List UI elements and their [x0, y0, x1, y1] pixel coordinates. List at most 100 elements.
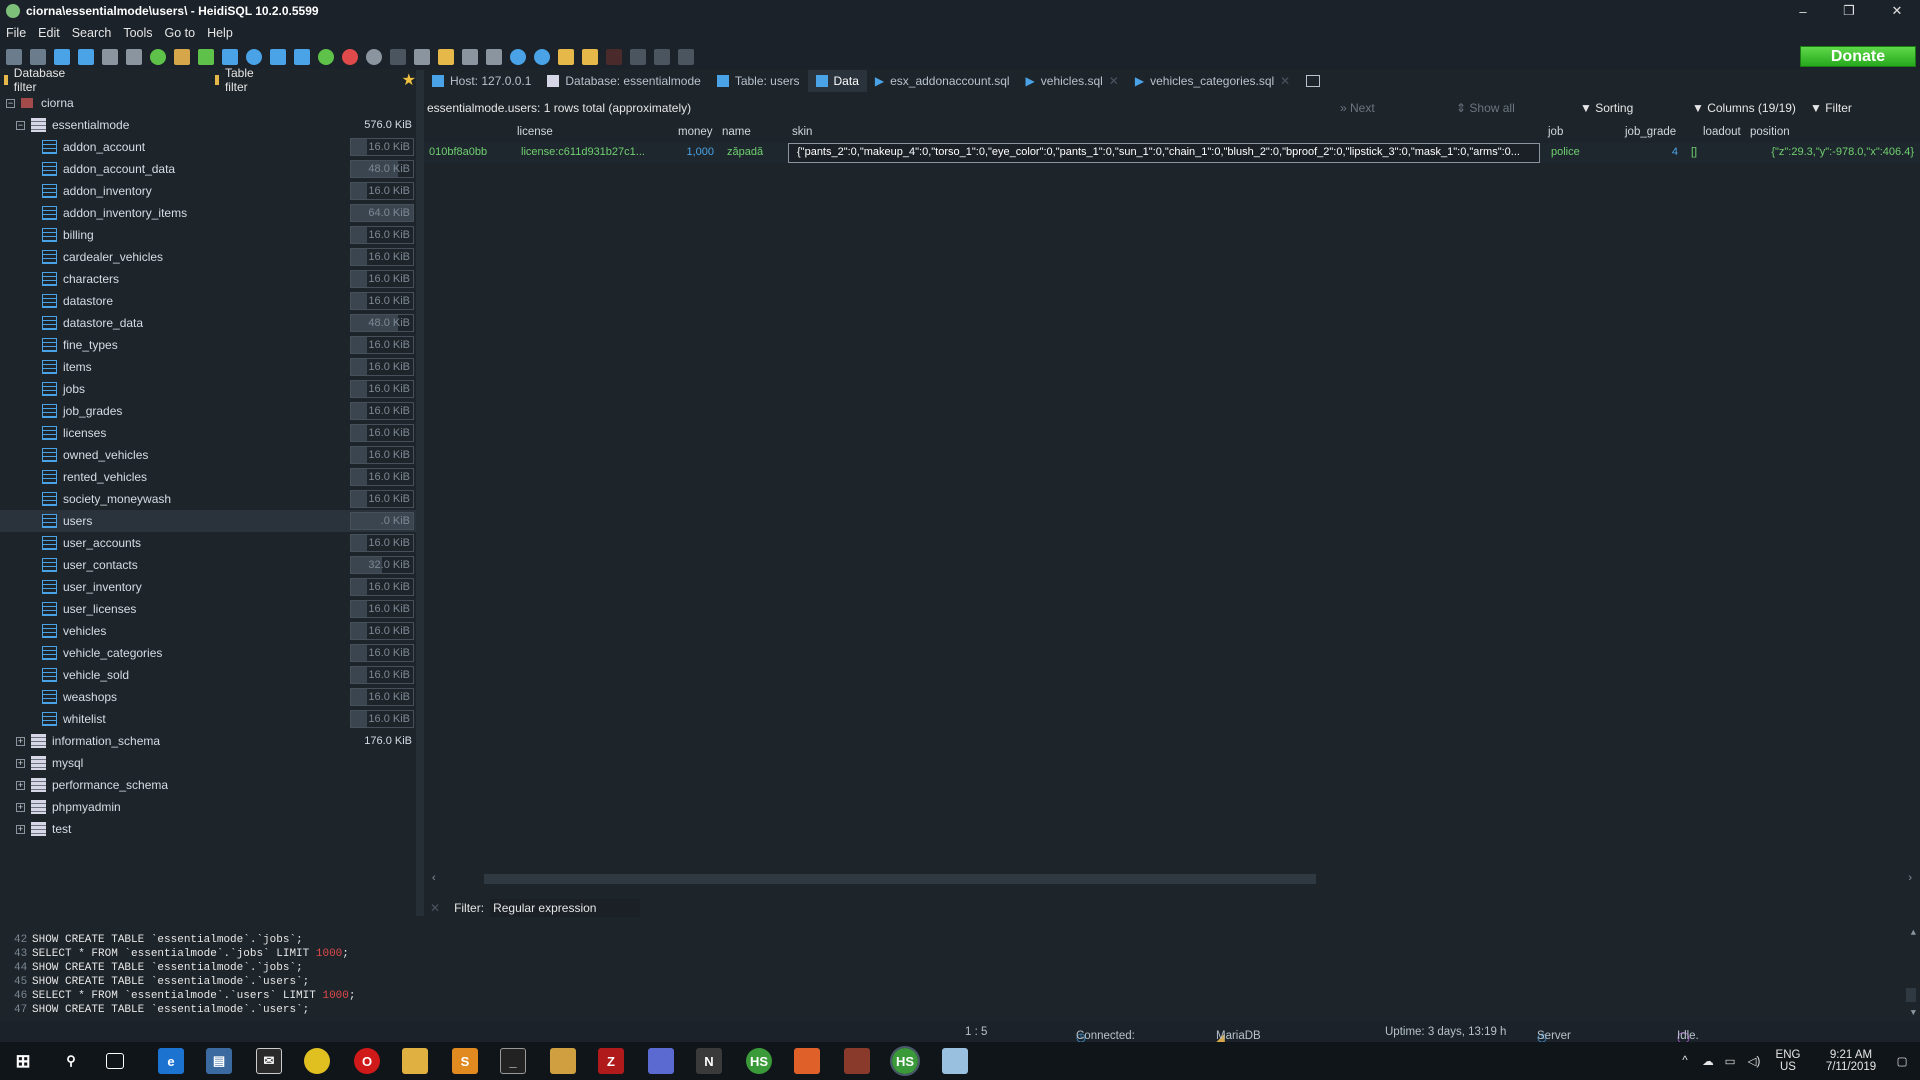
expand-icon[interactable]: + — [16, 736, 25, 746]
tray-chevron-icon[interactable]: ^ — [1676, 1042, 1694, 1080]
col-name[interactable]: name — [722, 126, 751, 138]
panel-splitter[interactable] — [416, 70, 424, 916]
filter-input[interactable]: Regular expression — [490, 899, 641, 917]
table-item[interactable]: user_accounts 16.0 KiB — [0, 532, 416, 554]
table-item[interactable]: items 16.0 KiB — [0, 356, 416, 378]
cell-job-grade[interactable]: 4 — [1624, 146, 1678, 158]
scroll-right-icon[interactable]: › — [1908, 872, 1912, 884]
tab-query-2[interactable]: ▶ vehicles.sql ✕ — [1018, 70, 1127, 92]
donate-button[interactable]: Donate — [1800, 46, 1916, 67]
menu-search[interactable]: Search — [66, 26, 118, 40]
heidisql-taskbar-icon[interactable]: HS — [746, 1048, 772, 1074]
table-item[interactable]: datastore_data 48.0 KiB — [0, 312, 416, 334]
table-filter[interactable]: Table filter — [225, 66, 254, 94]
table-item[interactable]: cardealer_vehicles 16.0 KiB — [0, 246, 416, 268]
help-icon[interactable] — [246, 48, 262, 65]
tab-query-3[interactable]: ▶ vehicles_categories.sql ✕ — [1127, 70, 1298, 92]
menu-edit[interactable]: Edit — [32, 26, 66, 40]
expand-icon[interactable]: + — [16, 780, 25, 790]
store-icon[interactable]: ▤ — [206, 1048, 232, 1074]
table-item[interactable]: billing 16.0 KiB — [0, 224, 416, 246]
post-icon[interactable] — [366, 48, 382, 65]
table-item[interactable]: datastore 16.0 KiB — [0, 290, 416, 312]
tab-host[interactable]: Host: 127.0.0.1 — [424, 70, 539, 92]
scroll-thumb[interactable] — [484, 874, 1316, 884]
table-item[interactable]: vehicles 16.0 KiB — [0, 620, 416, 642]
table-item[interactable]: whitelist 16.0 KiB — [0, 708, 416, 730]
filter-button[interactable]: ▼ Filter — [1810, 101, 1852, 115]
cell-skin[interactable]: {"pants_2":0,"makeup_4":0,"torso_1":0,"e… — [788, 143, 1540, 163]
table-item[interactable]: users .0 KiB — [0, 510, 416, 532]
menu-tools[interactable]: Tools — [117, 26, 158, 40]
disconnect-icon[interactable] — [30, 48, 46, 65]
table-item[interactable]: job_grades 16.0 KiB — [0, 400, 416, 422]
discord-icon[interactable] — [648, 1048, 674, 1074]
refresh-icon[interactable] — [150, 48, 166, 65]
search-icon[interactable]: ⚲ — [58, 1048, 84, 1074]
user-manager-icon[interactable] — [174, 48, 190, 65]
database-item[interactable]: + mysql — [0, 752, 416, 774]
replace-icon[interactable] — [534, 48, 550, 65]
insert-row-icon[interactable] — [318, 48, 334, 65]
database-item[interactable]: + test — [0, 818, 416, 840]
collapse-icon[interactable]: − — [6, 98, 15, 108]
log-scroll-thumb[interactable] — [1906, 988, 1916, 1002]
tree-root[interactable]: − ciorna — [0, 92, 416, 114]
collapse-icon[interactable]: − — [16, 120, 25, 130]
close-tab-icon[interactable]: ✕ — [1109, 74, 1119, 88]
chrome-icon[interactable] — [304, 1048, 330, 1074]
cell-money[interactable]: 1,000 — [664, 146, 714, 158]
col-license[interactable]: license — [517, 126, 553, 138]
restore-button[interactable]: ❐ — [1826, 0, 1872, 22]
cell-identifier[interactable]: 010bf8a0bb — [429, 146, 509, 158]
expand-icon[interactable]: + — [16, 824, 25, 834]
close-button[interactable]: ✕ — [1874, 0, 1920, 22]
table-item[interactable]: user_licenses 16.0 KiB — [0, 598, 416, 620]
new-query-tab[interactable] — [1298, 70, 1328, 92]
sync-icon[interactable] — [222, 48, 238, 65]
notifications-icon[interactable]: ▢ — [1890, 1042, 1914, 1080]
info-icon[interactable] — [654, 48, 670, 65]
first-record-icon[interactable] — [270, 48, 286, 65]
menu-help[interactable]: Help — [201, 26, 239, 40]
table-item[interactable]: characters 16.0 KiB — [0, 268, 416, 290]
file-explorer-icon[interactable] — [402, 1048, 428, 1074]
database-item[interactable]: + information_schema 176.0 KiB — [0, 730, 416, 752]
filezilla-icon[interactable]: Z — [598, 1048, 624, 1074]
tab-data[interactable]: Data — [807, 70, 867, 92]
notion-icon[interactable]: N — [696, 1048, 722, 1074]
tab-database[interactable]: Database: essentialmode — [539, 70, 708, 92]
show-all-button[interactable]: ⇕ Show all — [1456, 101, 1515, 115]
database-filter[interactable]: Database filter — [14, 66, 65, 94]
close-tab-icon[interactable] — [678, 48, 694, 65]
cell-loadout[interactable]: [] — [1691, 146, 1731, 158]
table-item[interactable]: user_inventory 16.0 KiB — [0, 576, 416, 598]
col-job-grade[interactable]: job_grade — [1625, 126, 1676, 138]
onedrive-icon[interactable]: ☁ — [1698, 1042, 1718, 1080]
xampp-icon[interactable] — [794, 1048, 820, 1074]
warning-icon[interactable] — [582, 48, 598, 65]
open-folder-icon[interactable] — [438, 48, 454, 65]
expand-icon[interactable]: + — [16, 758, 25, 768]
notepad-icon[interactable] — [550, 1048, 576, 1074]
cell-license[interactable]: license:c611d931b27c1... — [521, 146, 671, 158]
next-button[interactable]: » Next — [1340, 101, 1375, 115]
print-icon[interactable] — [126, 48, 142, 65]
database-item[interactable]: + performance_schema — [0, 774, 416, 796]
run-icon[interactable] — [414, 48, 430, 65]
horizontal-scrollbar[interactable]: ‹ › — [428, 872, 1916, 886]
explain-icon[interactable] — [606, 48, 622, 65]
task-view-icon[interactable] — [106, 1053, 124, 1069]
save-as-icon[interactable] — [486, 48, 502, 65]
find-icon[interactable] — [510, 48, 526, 65]
cell-job[interactable]: police — [1551, 146, 1611, 158]
sorting-button[interactable]: ▼ Sorting — [1580, 101, 1633, 115]
notes-icon[interactable] — [942, 1048, 968, 1074]
scroll-up-icon[interactable]: ▲ — [1911, 928, 1916, 938]
terminal-icon[interactable]: _ — [500, 1048, 526, 1074]
scroll-down-icon[interactable]: ▼ — [1911, 1008, 1916, 1018]
table-item[interactable]: user_contacts 32.0 KiB — [0, 554, 416, 576]
last-record-icon[interactable] — [294, 48, 310, 65]
delete-row-icon[interactable] — [342, 48, 358, 65]
table-item[interactable]: vehicle_sold 16.0 KiB — [0, 664, 416, 686]
